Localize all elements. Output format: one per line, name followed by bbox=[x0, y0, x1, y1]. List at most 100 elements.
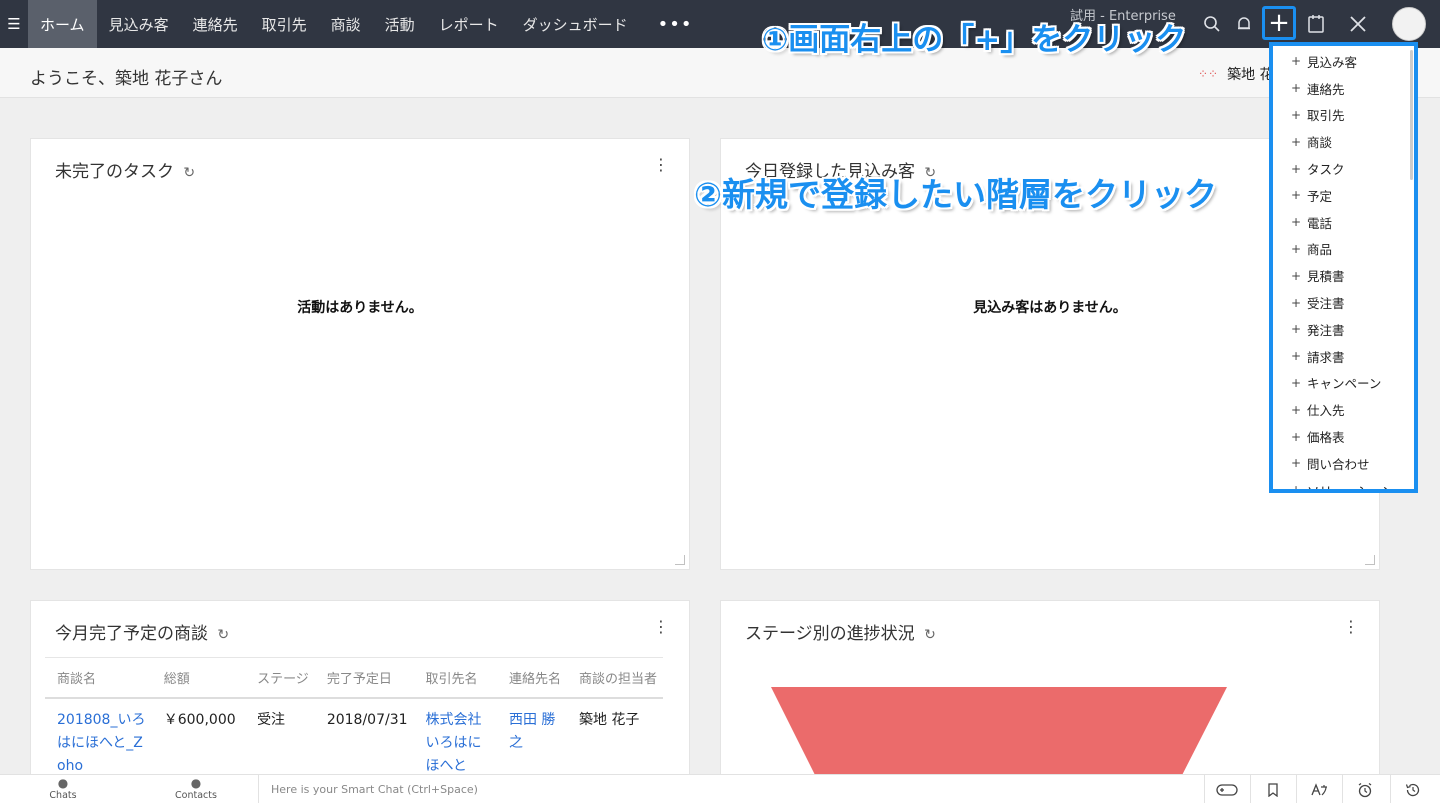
plus-icon: + bbox=[1291, 295, 1302, 310]
plus-icon: + bbox=[1291, 456, 1302, 471]
plus-icon: + bbox=[1291, 188, 1302, 203]
card-title: 未完了のタスク ↻ bbox=[55, 157, 195, 182]
card-title: ステージ別の進捗状況 ↻ bbox=[745, 619, 936, 644]
quick-create-item[interactable]: + 取引先 bbox=[1275, 102, 1406, 129]
refresh-icon[interactable]: ↻ bbox=[217, 627, 229, 643]
alarm-clock-icon[interactable] bbox=[1342, 775, 1387, 803]
deal-owner: 築地 花子 bbox=[578, 712, 640, 728]
quick-create-item[interactable]: + 電話 bbox=[1275, 209, 1406, 236]
smart-chat-input[interactable]: Here is your Smart Chat (Ctrl+Space) bbox=[258, 775, 478, 803]
quick-create-item-label: 取引先 bbox=[1307, 108, 1345, 124]
plus-icon: + bbox=[1291, 241, 1302, 256]
table-row: 201808_いろはにほへと_Zoho ￥600,000 受注 2018/07/… bbox=[45, 698, 663, 778]
setup-tools-icon[interactable] bbox=[1346, 12, 1370, 36]
quick-create-item[interactable]: + 価格表 bbox=[1275, 423, 1406, 450]
card-options-icon[interactable]: ⋮ bbox=[1343, 619, 1359, 635]
quick-create-item[interactable]: + 見積書 bbox=[1275, 262, 1406, 289]
plus-icon: + bbox=[1291, 54, 1302, 69]
quick-create-item[interactable]: + 発注書 bbox=[1275, 316, 1406, 343]
contacts-label: Contacts bbox=[175, 790, 217, 801]
column-header[interactable]: 完了予定日 bbox=[314, 657, 414, 699]
quick-create-item[interactable]: + 請求書 bbox=[1275, 343, 1406, 370]
quick-create-item-label: 受注書 bbox=[1307, 296, 1345, 312]
quick-create-item[interactable]: + 問い合わせ bbox=[1275, 450, 1406, 477]
quick-create-item[interactable]: + タスク bbox=[1275, 155, 1406, 182]
contacts-tab[interactable]: ● Contacts bbox=[164, 777, 228, 802]
chats-label: Chats bbox=[49, 790, 77, 801]
chats-tab[interactable]: ● Chats bbox=[31, 777, 95, 802]
quick-create-item-label: 商談 bbox=[1307, 135, 1333, 151]
deal-stage: 受注 bbox=[257, 712, 286, 728]
plus-icon: + bbox=[1291, 134, 1302, 149]
table-header-row: 商談名 総額 ステージ 完了予定日 取引先名 連絡先名 商談の担当者 bbox=[45, 657, 663, 699]
quick-create-item-label: 問い合わせ bbox=[1307, 456, 1370, 472]
deals-table: 商談名 総額 ステージ 完了予定日 取引先名 連絡先名 商談の担当者 20180… bbox=[45, 657, 663, 778]
nav-activities[interactable]: 活動 bbox=[373, 0, 427, 48]
column-header[interactable]: 取引先名 bbox=[413, 657, 497, 699]
quick-create-item[interactable]: + ソリューション bbox=[1275, 477, 1406, 493]
resize-handle-icon[interactable] bbox=[675, 555, 685, 565]
translate-icon[interactable] bbox=[1296, 775, 1341, 803]
quick-create-item-label: 予定 bbox=[1307, 188, 1333, 204]
notes-icon[interactable] bbox=[1250, 775, 1295, 803]
quick-create-item[interactable]: + 仕入先 bbox=[1275, 396, 1406, 423]
quick-create-item-label: ソリューション bbox=[1307, 483, 1395, 493]
quick-create-item[interactable]: + 商談 bbox=[1275, 128, 1406, 155]
scrollbar[interactable] bbox=[1410, 50, 1413, 180]
card-options-icon[interactable]: ⋮ bbox=[653, 619, 669, 635]
contact-name-link[interactable]: 西田 勝之 bbox=[497, 698, 567, 778]
plus-icon: + bbox=[1291, 483, 1302, 493]
column-header[interactable]: 商談の担当者 bbox=[566, 657, 663, 699]
more-menu-icon[interactable]: ••• bbox=[658, 14, 693, 35]
deal-name-link[interactable]: 201808_いろはにほへと_Zoho bbox=[45, 698, 152, 778]
refresh-icon[interactable]: ↻ bbox=[183, 165, 195, 181]
quick-create-item-label: 電話 bbox=[1307, 215, 1333, 231]
deal-close-date: 2018/07/31 bbox=[326, 712, 408, 728]
nav-contacts[interactable]: 連絡先 bbox=[181, 0, 250, 48]
nav-dashboards[interactable]: ダッシュボード bbox=[511, 0, 640, 48]
quick-create-item[interactable]: + 連絡先 bbox=[1275, 75, 1406, 102]
bell-icon[interactable] bbox=[1232, 12, 1256, 36]
nav-deals[interactable]: 商談 bbox=[319, 0, 373, 48]
menu-icon[interactable]: ☰ bbox=[0, 0, 28, 48]
quick-create-item[interactable]: + 見込み客 bbox=[1275, 48, 1406, 75]
column-header[interactable]: ステージ bbox=[245, 657, 315, 699]
calendar-icon[interactable] bbox=[1304, 12, 1328, 36]
nav-accounts[interactable]: 取引先 bbox=[250, 0, 319, 48]
nav-reports[interactable]: レポート bbox=[427, 0, 511, 48]
plus-icon: + bbox=[1291, 215, 1302, 230]
nav-home[interactable]: ホーム bbox=[28, 0, 97, 48]
quick-create-item[interactable]: + キャンペーン bbox=[1275, 370, 1406, 397]
bottom-bar: ● Chats ● Contacts Here is your Smart Ch… bbox=[0, 774, 1440, 803]
card-options-icon[interactable]: ⋮ bbox=[653, 157, 669, 173]
column-header[interactable]: 総額 bbox=[151, 657, 246, 699]
column-header[interactable]: 商談名 bbox=[45, 657, 152, 699]
quick-create-item[interactable]: + 受注書 bbox=[1275, 289, 1406, 316]
quick-create-item-label: 請求書 bbox=[1307, 349, 1345, 365]
card-title: 今月完了予定の商談 ↻ bbox=[55, 619, 229, 644]
welcome-message: ようこそ、築地 花子さん bbox=[30, 69, 223, 89]
quick-create-item-label: 商品 bbox=[1307, 242, 1333, 258]
quick-create-item[interactable]: + 商品 bbox=[1275, 236, 1406, 263]
annotation-step-1: ①画面右上の「+」をクリック bbox=[762, 22, 1187, 58]
search-icon[interactable] bbox=[1200, 12, 1224, 36]
history-icon[interactable] bbox=[1390, 775, 1435, 803]
nav-leads[interactable]: 見込み客 bbox=[97, 0, 181, 48]
top-nav: ☰ ホーム 見込み客 連絡先 取引先 商談 活動 レポート ダッシュボード ••… bbox=[0, 0, 1440, 48]
quick-create-item[interactable]: + 予定 bbox=[1275, 182, 1406, 209]
open-tasks-card: 未完了のタスク ↻ ⋮ 活動はありません。 bbox=[30, 138, 690, 570]
account-name-link[interactable]: 株式会社いろはにほへと bbox=[414, 698, 497, 778]
quick-create-menu: + 見込み客 + 連絡先 + 取引先 + 商談 + タスク + 予定 + 電話 + 商品 + 見積書 + 受注書 + 発注… bbox=[1269, 42, 1418, 493]
plus-icon: + bbox=[1291, 268, 1302, 283]
plus-icon: + bbox=[1291, 402, 1302, 417]
resize-handle-icon[interactable] bbox=[1365, 555, 1375, 565]
gamepad-icon[interactable] bbox=[1204, 775, 1249, 803]
card-title-text: 今月完了予定の商談 bbox=[55, 624, 208, 644]
refresh-icon[interactable]: ↻ bbox=[924, 627, 936, 643]
user-avatar[interactable] bbox=[1392, 7, 1426, 41]
plus-icon: + bbox=[1291, 107, 1302, 122]
quick-create-plus-button[interactable]: + bbox=[1262, 6, 1296, 40]
column-header[interactable]: 連絡先名 bbox=[496, 657, 567, 699]
quick-create-item-label: 見込み客 bbox=[1307, 54, 1358, 70]
card-title-text: 未完了のタスク bbox=[55, 162, 174, 182]
